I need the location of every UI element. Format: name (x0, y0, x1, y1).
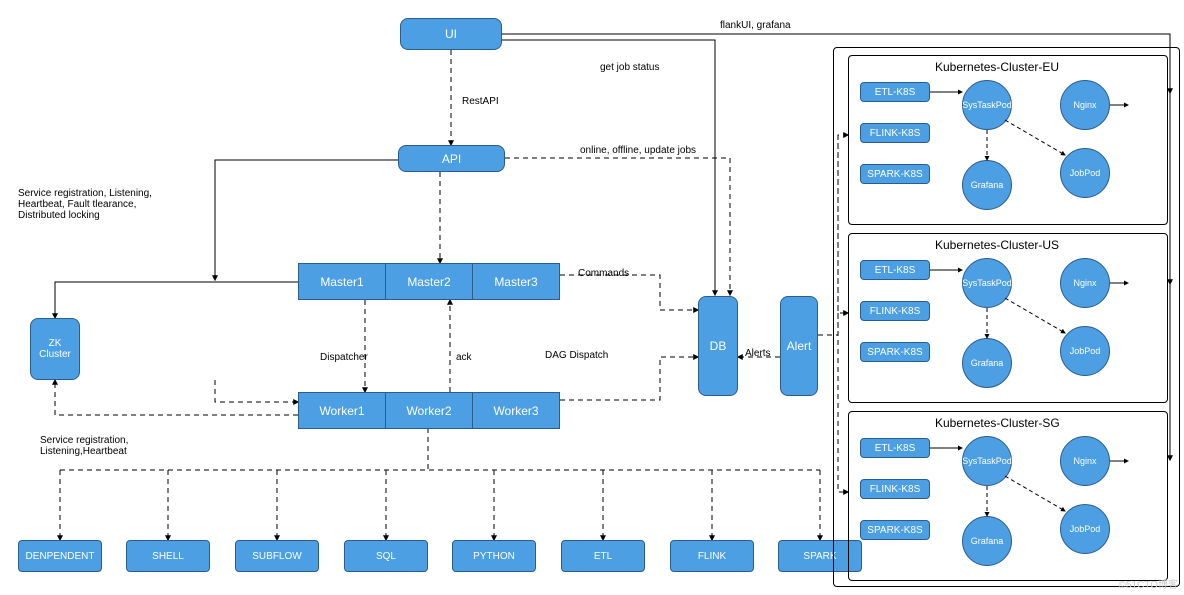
us-etl-k8s: ETL-K8S (860, 260, 930, 280)
cluster-eu-title: Kubernetes-Cluster-EU (935, 60, 1059, 74)
label-getjob: get job status (600, 62, 659, 73)
node-zk-cluster: ZK Cluster (30, 318, 80, 380)
label-online: online, offline, update jobs (580, 145, 696, 156)
node-api: API (398, 145, 505, 172)
cluster-us-title: Kubernetes-Cluster-US (935, 238, 1059, 252)
label-alerts: Alerts (745, 348, 771, 359)
node-subflow: SUBFLOW (235, 540, 319, 572)
node-python: PYTHON (452, 540, 536, 572)
cell-worker2: Worker2 (385, 393, 472, 428)
row-workers: Worker1 Worker2 Worker3 (298, 392, 560, 429)
label-dispatcher: Dispatcher (320, 352, 368, 363)
cell-worker1: Worker1 (299, 393, 385, 428)
node-flink: FLINK (670, 540, 754, 572)
node-dependent: DENPENDENT (18, 540, 102, 572)
label-ack: ack (456, 352, 472, 363)
us-systaskpod: SysTaskPod (962, 258, 1012, 308)
node-etl: ETL (561, 540, 645, 572)
sg-nginx: Nginx (1060, 436, 1110, 486)
us-jobpod: JobPod (1060, 326, 1110, 376)
eu-systaskpod: SysTaskPod (962, 80, 1012, 130)
eu-flink-k8s: FLINK-K8S (860, 123, 930, 143)
cell-worker3: Worker3 (472, 393, 559, 428)
watermark: ©51CTO博客 (1119, 576, 1178, 591)
eu-grafana: Grafana (962, 160, 1012, 210)
sg-spark-k8s: SPARK-K8S (860, 520, 930, 540)
cell-master3: Master3 (472, 264, 559, 299)
row-masters: Master1 Master2 Master3 (298, 263, 560, 300)
sg-flink-k8s: FLINK-K8S (860, 479, 930, 499)
sg-jobpod: JobPod (1060, 504, 1110, 554)
sg-grafana: Grafana (962, 516, 1012, 566)
us-grafana: Grafana (962, 338, 1012, 388)
label-reg-master: Service registration, Listening, Heartbe… (18, 188, 152, 221)
sg-etl-k8s: ETL-K8S (860, 438, 930, 458)
us-flink-k8s: FLINK-K8S (860, 301, 930, 321)
label-flank: flankUI, grafana (720, 20, 791, 31)
eu-etl-k8s: ETL-K8S (860, 82, 930, 102)
us-spark-k8s: SPARK-K8S (860, 342, 930, 362)
us-nginx: Nginx (1060, 258, 1110, 308)
label-reg-worker: Service registration, Listening,Heartbea… (40, 435, 128, 457)
cell-master2: Master2 (385, 264, 472, 299)
label-commands: Commands (578, 268, 629, 279)
node-alert: Alert (780, 296, 818, 396)
sg-systaskpod: SysTaskPod (962, 436, 1012, 486)
eu-spark-k8s: SPARK-K8S (860, 164, 930, 184)
node-shell: SHELL (126, 540, 210, 572)
node-ui: UI (400, 18, 502, 50)
eu-nginx: Nginx (1060, 80, 1110, 130)
label-restapi: RestAPI (462, 96, 499, 107)
eu-jobpod: JobPod (1060, 148, 1110, 198)
label-dag: DAG Dispatch (545, 350, 608, 361)
cell-master1: Master1 (299, 264, 385, 299)
node-sql: SQL (344, 540, 428, 572)
cluster-sg-title: Kubernetes-Cluster-SG (935, 416, 1060, 430)
node-db: DB (698, 296, 738, 396)
